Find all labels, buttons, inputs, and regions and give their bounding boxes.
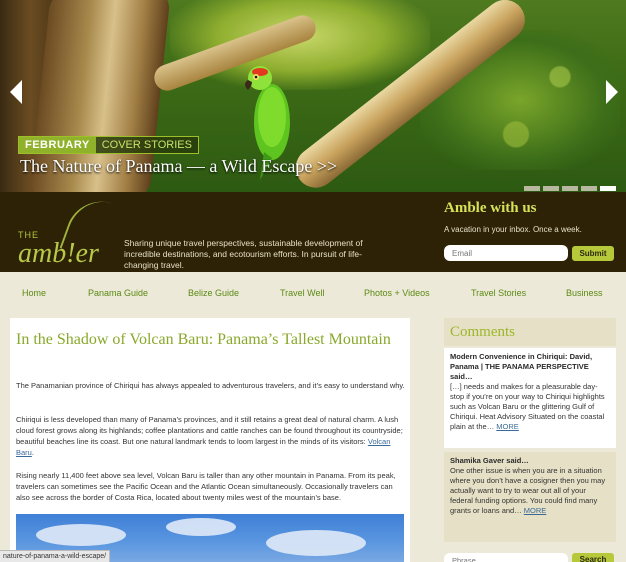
- slide-dot[interactable]: [581, 186, 597, 191]
- site-logo[interactable]: THE amb!er: [18, 191, 137, 269]
- comments-heading: Comments: [444, 318, 616, 346]
- search-button[interactable]: Search: [572, 553, 614, 562]
- nav-business[interactable]: Business: [566, 288, 603, 298]
- search-input[interactable]: [444, 553, 568, 562]
- submit-button[interactable]: Submit: [572, 246, 614, 261]
- nav-panama-guide[interactable]: Panama Guide: [88, 288, 148, 298]
- nav-travel-stories[interactable]: Travel Stories: [471, 288, 526, 298]
- cover-month: FEBRUARY: [19, 137, 96, 153]
- cover-label: COVER STORIES: [101, 139, 192, 151]
- main-nav: Home Panama Guide Belize Guide Travel We…: [0, 272, 626, 316]
- comment-more-link[interactable]: MORE: [496, 422, 519, 431]
- hero-slider[interactable]: FEBRUARY COVER STORIES The Nature of Pan…: [0, 0, 626, 192]
- nav-belize-guide[interactable]: Belize Guide: [188, 288, 239, 298]
- article-text: .: [31, 448, 34, 457]
- newsletter-title: Amble with us: [444, 200, 537, 216]
- slide-dot-active[interactable]: [600, 186, 616, 191]
- article-card: In the Shadow of Volcan Baru: Panama’s T…: [10, 318, 410, 562]
- hero-title-link[interactable]: The Nature of Panama — a Wild Escape >>: [20, 156, 337, 177]
- site-tagline: Sharing unique travel perspectives, sust…: [124, 238, 363, 270]
- article-paragraph: Rising nearly 11,400 feet above sea leve…: [16, 471, 396, 502]
- comment-author[interactable]: Shamika Gaver said…: [450, 456, 610, 466]
- nav-home[interactable]: Home: [22, 288, 46, 298]
- comment-more-link[interactable]: MORE: [524, 506, 547, 515]
- comment-body: […] needs and makes for a pleasurable da…: [450, 382, 610, 432]
- nav-photos-videos[interactable]: Photos + Videos: [364, 288, 430, 298]
- comment-text: […] needs and makes for a pleasurable da…: [450, 382, 605, 431]
- browser-status-url: nature-of-panama-a-wild-escape/: [0, 550, 111, 562]
- slide-dot[interactable]: [543, 186, 559, 191]
- prev-slide-arrow-icon[interactable]: [10, 80, 22, 104]
- logo-name: amb!er: [18, 238, 99, 269]
- next-slide-arrow-icon[interactable]: [606, 80, 618, 104]
- comment-author[interactable]: Modern Convenience in Chiriqui: David, P…: [450, 352, 610, 382]
- article-paragraph: The Panamanian province of Chiriqui has …: [16, 381, 405, 390]
- comment-body: One other issue is when you are in a sit…: [450, 466, 610, 516]
- slide-dot[interactable]: [524, 186, 540, 191]
- article-paragraph: Chiriqui is less developed than many of …: [16, 414, 406, 458]
- cover-story-tag: FEBRUARY COVER STORIES: [18, 136, 199, 154]
- cloud: [266, 530, 366, 556]
- cloud: [166, 518, 236, 536]
- slide-dot[interactable]: [562, 186, 578, 191]
- email-field[interactable]: [444, 245, 568, 261]
- nav-travel-well[interactable]: Travel Well: [280, 288, 325, 298]
- newsletter-subtitle: A vacation in your inbox. Once a week.: [444, 225, 582, 234]
- slide-indicators: [524, 186, 616, 191]
- article-title[interactable]: In the Shadow of Volcan Baru: Panama’s T…: [16, 330, 400, 349]
- comment-item: Shamika Gaver said… One other issue is w…: [444, 452, 616, 542]
- comment-item: Modern Convenience in Chiriqui: David, P…: [444, 348, 616, 448]
- cloud: [36, 524, 126, 546]
- article-text: Chiriqui is less developed than many of …: [16, 415, 403, 446]
- sidebar: Comments Modern Convenience in Chiriqui:…: [444, 318, 616, 562]
